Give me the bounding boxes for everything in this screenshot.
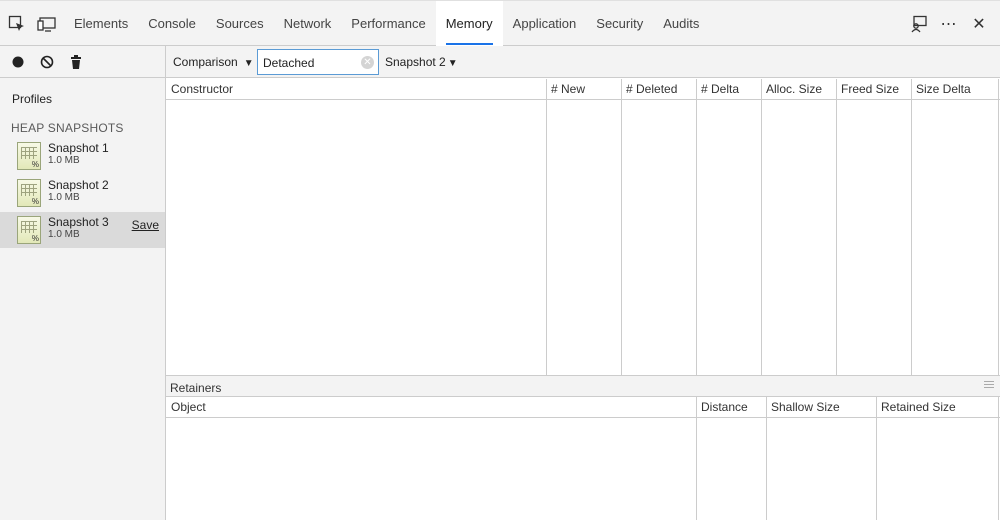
snapshot-item-2[interactable]: % Snapshot 2 1.0 MB [0,175,165,211]
class-filter-input[interactable]: Detached ✕ [257,49,379,75]
tab-application[interactable]: Application [503,1,587,47]
more-options-icon[interactable]: ⋯ [936,1,962,47]
snapshot-item-3[interactable]: % Snapshot 3 1.0 MB Save [0,212,165,248]
snapshot-name: Snapshot 1 [48,141,109,155]
column-alloc-size[interactable]: Alloc. Size [766,82,822,96]
tab-memory[interactable]: Memory [435,1,503,47]
profiles-sidebar: Profiles HEAP SNAPSHOTS % Snapshot 1 1.0… [0,46,166,520]
column-divider [766,397,767,520]
heap-toolbar: Comparison ▼ Detached ✕ Snapshot 2 ▼ [166,46,1000,78]
retainers-header[interactable]: Retainers [166,375,1000,397]
clear-icon[interactable] [39,54,55,70]
dropdown-arrow-icon: ▼ [243,58,254,69]
column-divider [911,79,912,375]
snapshot-icon: % [17,179,41,207]
resize-handle-icon[interactable] [984,381,994,389]
column-divider [876,397,877,520]
view-selector-label: Comparison [173,55,238,69]
dropdown-arrow-icon: ▼ [447,58,458,69]
column-object[interactable]: Object [171,400,206,414]
column-divider [696,79,697,375]
column-distance[interactable]: Distance [701,400,748,414]
tab-audits[interactable]: Audits [653,1,709,47]
class-filter-value: Detached [263,56,315,70]
column-new[interactable]: # New [551,82,585,96]
column-divider [998,79,999,375]
tab-elements[interactable]: Elements [64,1,138,47]
save-snapshot-link[interactable]: Save [132,218,159,232]
snapshot-size: 1.0 MB [48,229,80,240]
column-size-delta[interactable]: Size Delta [916,82,971,96]
tab-console[interactable]: Console [138,1,206,47]
grid-header [166,397,1000,418]
snapshot-icon: % [17,216,41,244]
column-divider [836,79,837,375]
sidebar-toolbar [0,46,165,78]
comparison-grid: Constructor # New # Deleted # Delta Allo… [166,79,1000,375]
snapshot-name: Snapshot 2 [48,178,109,192]
devtools-tabbar: Elements Console Sources Network Perform… [0,0,1000,47]
column-delta[interactable]: # Delta [701,82,739,96]
tab-performance[interactable]: Performance [341,1,435,47]
snapshot-size: 1.0 MB [48,192,80,203]
profiles-heading: Profiles [12,92,53,106]
base-snapshot-label: Snapshot 2 [385,55,446,69]
snapshot-icon: % [17,142,41,170]
column-shallow-size[interactable]: Shallow Size [771,400,840,414]
column-constructor[interactable]: Constructor [171,82,233,96]
column-divider [998,397,999,520]
feedback-icon[interactable] [906,1,932,47]
device-mode-icon[interactable] [37,15,57,33]
retainers-title: Retainers [170,381,222,395]
close-icon[interactable]: ✕ [966,1,992,47]
tab-security[interactable]: Security [586,1,653,47]
column-freed-size[interactable]: Freed Size [841,82,899,96]
base-snapshot-selector[interactable]: Snapshot 2 ▼ [385,55,458,69]
retainers-grid: Object Distance Shallow Size Retained Si… [166,397,1000,520]
snapshot-name: Snapshot 3 [48,215,109,229]
clear-filter-icon[interactable]: ✕ [361,56,374,69]
column-divider [546,79,547,375]
heap-snapshots-heading: HEAP SNAPSHOTS [11,121,124,135]
snapshot-size: 1.0 MB [48,155,80,166]
tab-sources[interactable]: Sources [206,1,274,47]
inspect-element-icon[interactable] [7,15,27,33]
view-selector[interactable]: Comparison ▼ [173,55,254,69]
column-divider [621,79,622,375]
column-divider [761,79,762,375]
column-divider [696,397,697,520]
column-retained-size[interactable]: Retained Size [881,400,956,414]
panel-tabs: Elements Console Sources Network Perform… [64,1,709,47]
record-icon[interactable] [10,54,26,70]
column-deleted[interactable]: # Deleted [626,82,677,96]
tab-network[interactable]: Network [274,1,342,47]
snapshot-item-1[interactable]: % Snapshot 1 1.0 MB [0,138,165,174]
trash-icon[interactable] [68,54,84,70]
